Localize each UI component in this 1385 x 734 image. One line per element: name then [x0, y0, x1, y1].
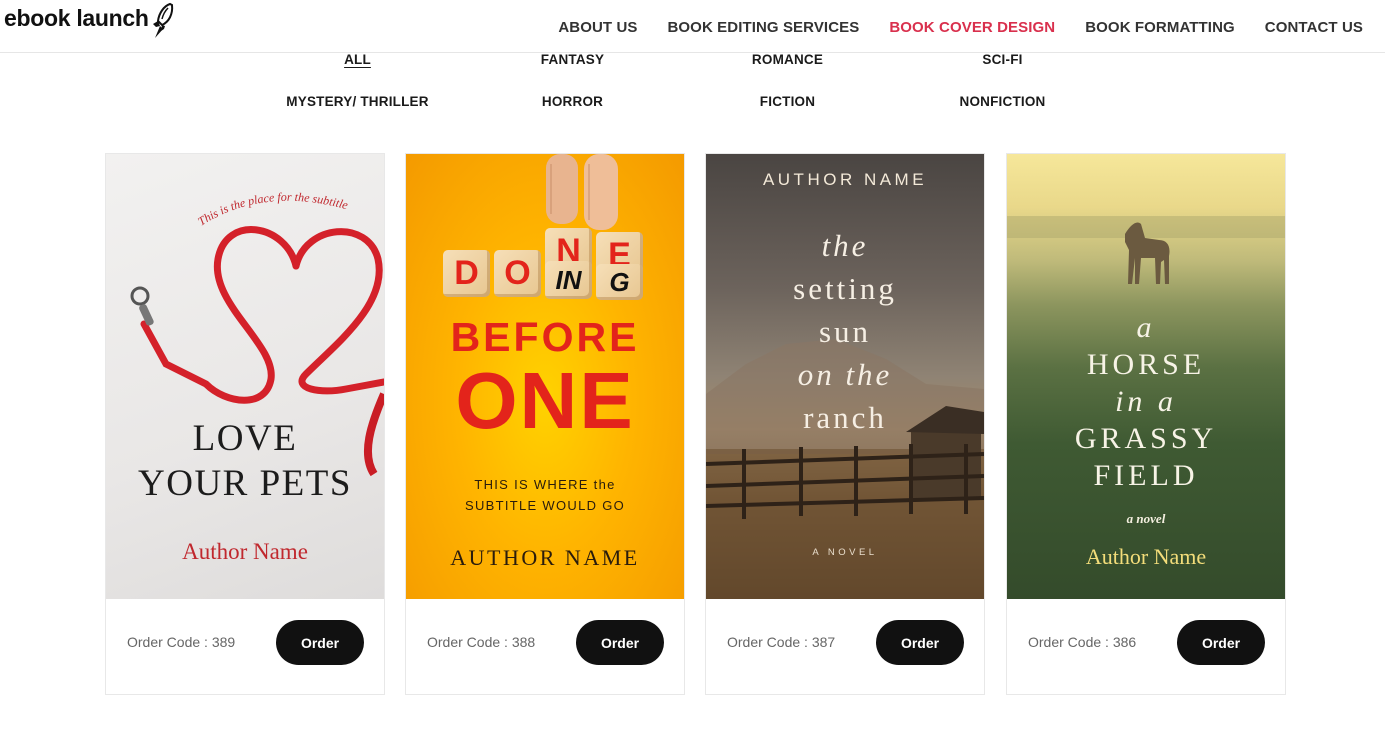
cover-title-line: YOUR PETS: [138, 463, 352, 504]
filter-label: FANTASY: [540, 52, 605, 67]
svg-text:This is the place for the subt: This is the place for the subtitle: [195, 190, 350, 229]
cover-title-line: a: [1136, 311, 1156, 344]
letter-cube: G: [596, 264, 643, 300]
cover-title-line: LOVE: [192, 418, 298, 459]
cover-tagline: A NOVEL: [812, 547, 878, 558]
order-code: Order Code : 389: [127, 634, 236, 650]
main-nav: ABOUT US BOOK EDITING SERVICES BOOK COVE…: [558, 19, 1363, 36]
filter-label: FICTION: [759, 94, 816, 109]
nav-book-cover-design[interactable]: BOOK COVER DESIGN: [889, 19, 1055, 36]
letter-cube: O: [494, 250, 541, 297]
filter-label: ALL: [344, 52, 371, 67]
filter-label: NONFICTION: [959, 94, 1046, 109]
filter-nonfiction[interactable]: NONFICTION: [895, 94, 1110, 109]
nav-contact-us[interactable]: CONTACT US: [1265, 19, 1363, 36]
book-cover-image[interactable]: a HORSE in a GRASSY FIELD a novel Author…: [1007, 154, 1285, 599]
book-card: a HORSE in a GRASSY FIELD a novel Author…: [1006, 153, 1286, 695]
order-code: Order Code : 388: [427, 634, 536, 650]
cover-author: AUTHOR NAME: [450, 545, 640, 570]
filter-sci-fi[interactable]: SCI-FI: [895, 52, 1110, 67]
leash-illustration: This is the place for the subtitle: [130, 190, 384, 477]
nav-about-us[interactable]: ABOUT US: [558, 19, 637, 36]
cover-title-line: FIELD: [1093, 459, 1199, 492]
book-card: D O N E IN G BEFORE ONE THIS IS WHERE th…: [405, 153, 685, 695]
nav-book-editing-services[interactable]: BOOK EDITING SERVICES: [667, 19, 859, 36]
cover-author: AUTHOR NAME: [762, 170, 928, 189]
book-cover-image[interactable]: D O N E IN G BEFORE ONE THIS IS WHERE th…: [406, 154, 684, 599]
site-header: ebook launch ABOUT US BOOK EDITING SERVI…: [0, 0, 1385, 53]
card-footer: Order Code : 388 Order: [406, 599, 684, 694]
rocket-icon: [152, 2, 173, 38]
cover-title-line: GRASSY: [1074, 422, 1218, 455]
cover-subtitle: This is the place for the subtitle: [195, 190, 350, 229]
cover-subtitle-line: THIS IS WHERE the: [474, 477, 616, 492]
filter-mystery-thriller[interactable]: MYSTERY/ THRILLER: [250, 94, 465, 109]
order-code: Order Code : 387: [727, 634, 836, 650]
cover-author: Author Name: [1085, 544, 1207, 569]
filter-fantasy[interactable]: FANTASY: [465, 52, 680, 67]
order-button[interactable]: Order: [576, 620, 664, 665]
filter-label: HORROR: [541, 94, 604, 109]
filter-romance[interactable]: ROMANCE: [680, 52, 895, 67]
logo-link[interactable]: ebook launch: [4, 2, 176, 44]
card-footer: Order Code : 386 Order: [1007, 599, 1285, 694]
nav-book-formatting[interactable]: BOOK FORMATTING: [1085, 19, 1235, 36]
book-cover-image[interactable]: AUTHOR NAME the setting sun on the ranch…: [706, 154, 984, 599]
cover-author: Author Name: [182, 539, 308, 564]
cover-subtitle-line: SUBTITLE WOULD GO: [464, 498, 626, 513]
order-button[interactable]: Order: [876, 620, 964, 665]
book-cover-image[interactable]: This is the place for the subtitle LOVE …: [106, 154, 384, 599]
letter-cube: IN: [545, 261, 592, 299]
logo-text: ebook launch: [4, 5, 149, 31]
cover-title-line: setting: [793, 271, 897, 306]
cover-title-line: in a: [1115, 385, 1177, 418]
order-button[interactable]: Order: [1177, 620, 1265, 665]
filter-horror[interactable]: HORROR: [465, 94, 680, 109]
filter-label: ROMANCE: [751, 52, 824, 67]
cover-title-line: ONE: [455, 356, 635, 445]
cover-title-line: HORSE: [1086, 348, 1206, 381]
cover-title-line: ranch: [803, 400, 887, 435]
order-button[interactable]: Order: [276, 620, 364, 665]
filter-label: SCI-FI: [982, 52, 1023, 67]
card-footer: Order Code : 387 Order: [706, 599, 984, 694]
card-footer: Order Code : 389 Order: [106, 599, 384, 694]
cover-title-line: sun: [818, 314, 872, 349]
cover-title-line: on the: [797, 357, 893, 392]
letter-cube: D: [443, 250, 490, 297]
cover-title-line: BEFORE: [450, 314, 640, 360]
book-card: AUTHOR NAME the setting sun on the ranch…: [705, 153, 985, 695]
order-code: Order Code : 386: [1028, 634, 1137, 650]
filter-fiction[interactable]: FICTION: [680, 94, 895, 109]
filter-all[interactable]: ALL: [250, 52, 465, 67]
cover-tagline: a novel: [1126, 511, 1166, 526]
filter-label: MYSTERY/ THRILLER: [286, 94, 429, 109]
book-card: This is the place for the subtitle LOVE …: [105, 153, 385, 695]
cover-title-line: the: [821, 228, 869, 263]
